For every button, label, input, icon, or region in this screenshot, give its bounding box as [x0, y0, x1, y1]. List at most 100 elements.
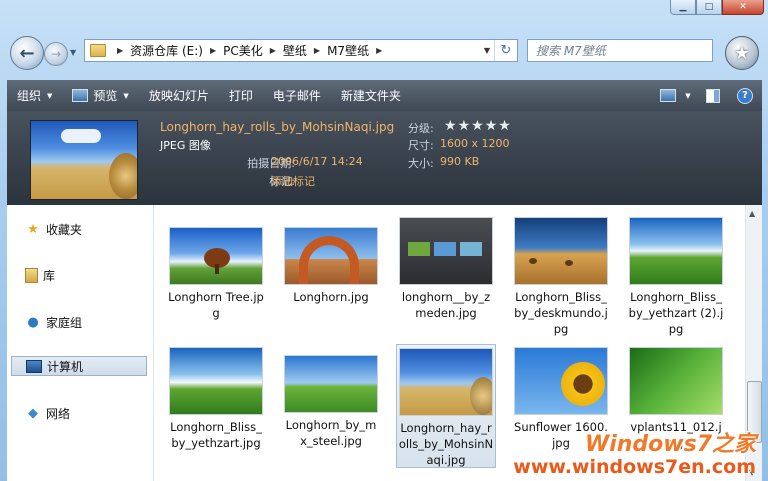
file-item[interactable]: Longhorn_Bliss_by_deskmundo.jpg	[513, 217, 609, 337]
file-item-selected[interactable]: Longhorn_hay_rolls_by_MohsinNaqi.jpg	[396, 344, 496, 468]
window-caption-buttons: ▁ □ ✕	[670, 0, 764, 16]
back-arrow-icon: ←	[19, 42, 35, 64]
file-item[interactable]: Longhorn Tree.jpg	[168, 227, 264, 321]
search-input[interactable]: 搜索 M7壁纸	[527, 39, 713, 62]
chevron-right-icon[interactable]: ▶	[314, 46, 320, 55]
file-item[interactable]: longhorn__by_zmeden.jpg	[398, 217, 494, 321]
computer-icon	[26, 359, 42, 373]
nav-label: 家庭组	[46, 315, 83, 330]
file-name: Longhorn_Bliss_by_deskmundo.jpg	[514, 290, 608, 336]
navigation-pane: ★ 收藏夹 库 ● 家庭组 计算机 ◆ 网络	[7, 205, 154, 481]
file-name: Longhorn_Bliss_by_yethzart (2).jpg	[628, 290, 724, 336]
details-filename: Longhorn_hay_rolls_by_MohsinNaqi.jpg	[160, 120, 395, 134]
preview-pane-button[interactable]	[698, 88, 728, 103]
favorites-star-icon: ★	[27, 221, 39, 237]
chevron-right-icon[interactable]: ▶	[376, 46, 382, 55]
nav-item-libraries[interactable]: 库	[11, 265, 147, 285]
slideshow-button[interactable]: 放映幻灯片	[139, 80, 219, 111]
search-placeholder: 搜索 M7壁纸	[536, 44, 606, 58]
details-pane: Longhorn_hay_rolls_by_MohsinNaqi.jpg JPE…	[7, 111, 762, 205]
maximize-button[interactable]: □	[696, 0, 722, 15]
organize-button[interactable]: 组织 ▼	[7, 80, 62, 111]
new-folder-button[interactable]: 新建文件夹	[331, 80, 411, 111]
back-button[interactable]: ←	[10, 36, 44, 70]
breadcrumb-wallpaper[interactable]: 壁纸	[283, 42, 307, 59]
thumbnail	[284, 227, 378, 285]
refresh-button[interactable]: ↻	[494, 40, 517, 61]
view-dropdown[interactable]: ▼	[678, 92, 698, 100]
print-label: 打印	[228, 89, 253, 103]
email-label: 电子邮件	[272, 89, 321, 103]
thumbnail	[169, 227, 263, 285]
command-bar: 组织 ▼ 预览 ▼ 放映幻灯片 打印 电子邮件 新建文件夹 ▼ ?	[7, 80, 762, 111]
forward-button[interactable]: →	[44, 42, 68, 66]
chevron-down-icon: ▼	[123, 91, 129, 100]
rating-star-icon[interactable]: ★	[471, 118, 485, 134]
recent-pages-dropdown[interactable]: ▼	[70, 48, 76, 57]
favorite-star-button[interactable]: ★	[725, 36, 759, 70]
rating-stars[interactable]: ★★★★★	[444, 118, 512, 134]
preview-button[interactable]: 预览 ▼	[62, 80, 138, 111]
file-name: Longhorn.jpg	[293, 290, 369, 304]
thumbnail	[629, 217, 723, 285]
new-folder-label: 新建文件夹	[340, 89, 401, 103]
change-view-button[interactable]	[658, 89, 678, 102]
dimensions-value: 1600 x 1200	[440, 137, 510, 150]
nav-item-favorites[interactable]: ★ 收藏夹	[11, 219, 147, 239]
size-value: 990 KB	[440, 155, 480, 168]
dimensions-label: 尺寸:	[408, 139, 434, 152]
nav-item-homegroup[interactable]: ● 家庭组	[11, 312, 147, 332]
organize-label: 组织	[17, 89, 42, 103]
file-name: Longhorn Tree.jpg	[168, 290, 264, 320]
file-item[interactable]: Longhorn_Bliss_by_yethzart (2).jpg	[628, 217, 724, 337]
breadcrumb-drive[interactable]: 资源仓库 (E:)	[130, 42, 203, 59]
rating-star-icon[interactable]: ★	[444, 118, 458, 134]
address-dropdown-icon[interactable]: ▼	[480, 46, 494, 55]
chevron-right-icon[interactable]: ▶	[210, 46, 216, 55]
thumbnail	[169, 347, 263, 415]
site-watermark: Windows7之家 www.windows7en.com	[513, 433, 756, 478]
maximize-icon: □	[704, 2, 714, 12]
file-item[interactable]: Longhorn.jpg	[283, 227, 379, 305]
print-button[interactable]: 打印	[219, 80, 263, 111]
file-name: Longhorn_Bliss_by_yethzart.jpg	[170, 420, 262, 450]
minimize-button[interactable]: ▁	[670, 0, 696, 15]
file-item[interactable]: Longhorn_by_mx_steel.jpg	[283, 355, 379, 449]
breadcrumb-m7-wallpaper[interactable]: M7壁纸	[327, 42, 369, 59]
file-name: longhorn__by_zmeden.jpg	[401, 290, 491, 320]
thumbnail	[514, 347, 608, 415]
chevron-right-icon[interactable]: ▶	[117, 46, 123, 55]
slideshow-label: 放映幻灯片	[148, 89, 209, 103]
rating-star-icon[interactable]: ★	[485, 118, 499, 134]
preview-cloud	[61, 129, 101, 143]
thumbnail	[284, 355, 378, 413]
tags-value[interactable]: 添加标记	[271, 173, 315, 189]
explorer-window: ▁ □ ✕ ← → ▼ ▶ 资源仓库 (E:) ▶ PC美化 ▶ 壁纸 ▶ M7…	[0, 0, 768, 481]
watermark-url: www.windows7en.com	[513, 456, 756, 478]
preview-pane-icon	[706, 88, 720, 103]
size-label: 大小:	[408, 157, 434, 170]
rating-star-icon[interactable]: ★	[498, 118, 512, 134]
scroll-up-icon[interactable]: ▲	[749, 209, 755, 218]
homegroup-icon: ●	[27, 314, 39, 330]
nav-item-computer[interactable]: 计算机	[11, 356, 147, 376]
forward-arrow-icon: →	[50, 47, 62, 61]
minimize-icon: ▁	[679, 2, 687, 12]
help-icon: ?	[737, 87, 753, 104]
help-button[interactable]: ?	[728, 87, 762, 104]
preview-hay-bale	[109, 153, 137, 199]
email-button[interactable]: 电子邮件	[263, 80, 331, 111]
close-button[interactable]: ✕	[722, 0, 764, 15]
thumbnail	[399, 348, 493, 416]
content-area: ★ 收藏夹 库 ● 家庭组 计算机 ◆ 网络 Longhorn Tree.jpg…	[7, 205, 762, 481]
breadcrumb-pc-beautify[interactable]: PC美化	[223, 42, 263, 59]
nav-label: 计算机	[47, 359, 84, 374]
details-filetype: JPEG 图像	[160, 139, 211, 152]
folder-icon	[90, 44, 106, 57]
rating-star-icon[interactable]: ★	[458, 118, 472, 134]
nav-item-network[interactable]: ◆ 网络	[11, 403, 147, 423]
address-bar[interactable]: ▶ 资源仓库 (E:) ▶ PC美化 ▶ 壁纸 ▶ M7壁纸 ▶ ▼ ↻	[84, 39, 518, 62]
file-item[interactable]: Longhorn_Bliss_by_yethzart.jpg	[168, 347, 264, 451]
chevron-right-icon[interactable]: ▶	[270, 46, 276, 55]
rating-label: 分级:	[408, 122, 434, 135]
